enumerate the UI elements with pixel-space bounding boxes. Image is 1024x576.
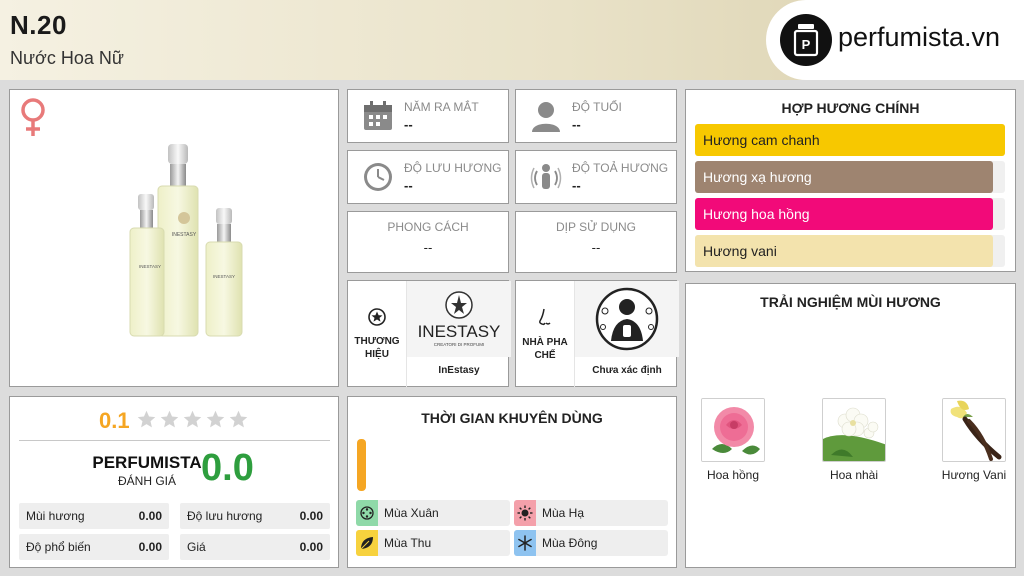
time-title: THỜI GIAN KHUYÊN DÙNG (421, 410, 603, 426)
time-indicator-bar (357, 439, 366, 491)
perfume-title: N.20 (10, 10, 67, 40)
nose-icon (536, 307, 554, 332)
spring-icon (360, 506, 374, 520)
style-card: PHONG CÁCH -- (347, 211, 509, 273)
product-image-panel: INESTASY INESTASY INESTASY (9, 89, 339, 387)
perfumista-score: 0.0 (201, 447, 254, 489)
perfume-bottles-image: INESTASY INESTASY INESTASY (129, 144, 243, 337)
accord-label: Hương xạ hương (703, 169, 812, 185)
note-item-jasmine[interactable]: Hoa nhài (812, 398, 896, 482)
style-label: PHONG CÁCH (387, 220, 469, 234)
svg-text:INESTASY: INESTASY (172, 232, 197, 238)
stat-popularity: Độ phổ biến 0.00 (19, 534, 169, 560)
stat-longevity: Độ lưu hương 0.00 (180, 503, 330, 529)
star-icon[interactable] (136, 409, 157, 430)
occasion-value: -- (591, 240, 601, 255)
perfumista-rating-label: PERFUMISTA ĐÁNH GIÁ (92, 453, 202, 488)
sun-icon (517, 505, 533, 521)
star-icon[interactable] (159, 409, 180, 430)
snowflake-icon (518, 535, 532, 551)
stat-price: Giá 0.00 (180, 534, 330, 560)
occasion-label: DỊP SỬ DỤNG (555, 220, 637, 234)
accord-label: Hương cam chanh (703, 132, 820, 148)
accord-label: Hương vani (703, 243, 777, 259)
sillage-value: -- (572, 178, 581, 193)
accords-title: HỢP HƯƠNG CHÍNH (781, 100, 920, 116)
site-logo[interactable]: P perfumista.vn (766, 0, 1024, 80)
sillage-person-icon (530, 161, 562, 198)
recommended-time-panel: THỜI GIAN KHUYÊN DÙNG Mùa Xuân Mùa Hạ Mù… (347, 396, 677, 568)
logo-text: perfumista.vn (838, 22, 1001, 52)
svg-text:INESTASY: INESTASY (213, 274, 235, 279)
sillage-card: ĐỘ TOẢ HƯƠNG -- (515, 150, 677, 204)
star-rating[interactable] (136, 409, 249, 430)
perfumer-avatar (575, 281, 679, 357)
main-accords-panel: HỢP HƯƠNG CHÍNH Hương cam chanh Hương xạ … (685, 89, 1016, 272)
star-icon[interactable] (205, 409, 226, 430)
rose-icon (701, 398, 765, 462)
brand-label: THƯƠNG HIỆU (354, 335, 400, 360)
star-icon[interactable] (228, 409, 249, 430)
svg-text:INESTASY: INESTASY (139, 264, 161, 269)
svg-text:CREATORI DI PROFUMI: CREATORI DI PROFUMI (434, 342, 485, 347)
star-icon[interactable] (182, 409, 203, 430)
user-score: 0.1 (99, 408, 130, 433)
note-label: Hương Vani (941, 468, 1007, 482)
female-gender-icon (18, 96, 48, 143)
release-year-value: -- (404, 117, 413, 132)
accord-bar: Hương hoa hồng (695, 198, 1005, 230)
stat-scent: Mùi hương 0.00 (19, 503, 169, 529)
brand-card[interactable]: THƯƠNG HIỆU INESTASY CREATORI DI PROFUMI… (347, 280, 511, 387)
note-item-vanilla[interactable]: Hương Vani (932, 398, 1016, 482)
style-value: -- (423, 240, 433, 255)
season-spring: Mùa Xuân (356, 500, 510, 526)
person-icon (530, 100, 562, 137)
accord-bar: Hương vani (695, 235, 1005, 267)
release-year-card: NĂM RA MẮT -- (347, 89, 509, 143)
age-label: ĐỘ TUỔI (572, 100, 622, 114)
rating-panel: 0.1 PERFUMISTA ĐÁNH GIÁ 0.0 Mùi hương 0.… (9, 396, 339, 568)
perfume-subtitle: Nước Hoa Nữ (10, 48, 124, 68)
vanilla-icon (942, 398, 1006, 462)
scent-experience-panel: TRẢI NGHIỆM MÙI HƯƠNG Hoa hồng Hoa nhài … (685, 283, 1016, 568)
age-value: -- (572, 117, 581, 132)
brand-logo: INESTASY CREATORI DI PROFUMI (407, 281, 511, 357)
note-item-rose[interactable]: Hoa hồng (691, 398, 775, 482)
svg-text:P: P (802, 37, 811, 52)
perfumer-label: NHÀ PHA CHẾ (522, 336, 568, 361)
clock-icon (362, 161, 394, 198)
star-badge-icon (368, 307, 386, 331)
longevity-label: ĐỘ LƯU HƯƠNG (404, 161, 502, 175)
accord-bar: Hương xạ hương (695, 161, 1005, 193)
accord-bar: Hương cam chanh (695, 124, 1005, 156)
experience-title: TRẢI NGHIỆM MÙI HƯƠNG (760, 294, 941, 310)
brand-name[interactable]: InEstasy (407, 365, 511, 376)
perfumer-name[interactable]: Chưa xác định (575, 365, 679, 376)
season-winter: Mùa Đông (514, 530, 668, 556)
note-label: Hoa nhài (829, 468, 879, 482)
season-summer: Mùa Hạ (514, 500, 668, 526)
note-label: Hoa hồng (706, 468, 760, 482)
svg-text:INESTASY: INESTASY (418, 322, 501, 341)
age-card: ĐỘ TUỔI -- (515, 89, 677, 143)
logo-mark-icon: P (780, 14, 832, 66)
page-header: N.20 Nước Hoa Nữ P perfumista.vn (0, 0, 1024, 80)
release-year-label: NĂM RA MẮT (404, 100, 479, 114)
longevity-value: -- (404, 178, 413, 193)
leaf-icon (360, 537, 373, 550)
perfumer-card[interactable]: NHÀ PHA CHẾ Chưa xác định (515, 280, 679, 387)
jasmine-icon (822, 398, 886, 462)
season-autumn: Mùa Thu (356, 530, 510, 556)
occasion-card: DỊP SỬ DỤNG -- (515, 211, 677, 273)
longevity-card: ĐỘ LƯU HƯƠNG -- (347, 150, 509, 204)
divider (19, 440, 330, 441)
sillage-label: ĐỘ TOẢ HƯƠNG (572, 161, 669, 175)
calendar-icon (362, 100, 394, 137)
accord-label: Hương hoa hồng (703, 206, 810, 222)
